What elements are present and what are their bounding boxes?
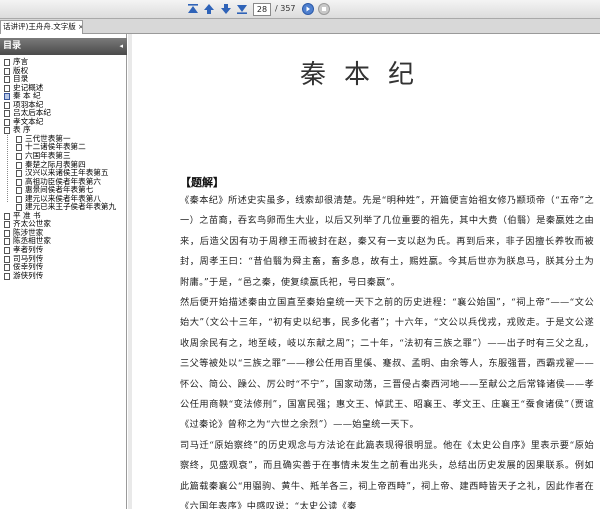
page-number-input[interactable] xyxy=(253,3,271,16)
toc-header: 目录 ◂ xyxy=(0,38,127,55)
first-page-icon[interactable] xyxy=(186,2,200,16)
tab-strip: 话讲评)王舟舟.文字版 × xyxy=(0,19,600,34)
document-icon xyxy=(4,67,10,75)
toc-item-label: 游侠列传 xyxy=(13,270,44,280)
document-icon xyxy=(16,144,22,152)
toc-title: 目录 xyxy=(3,41,22,51)
document-icon xyxy=(4,229,10,237)
document-icon xyxy=(4,101,10,109)
document-icon xyxy=(16,161,22,169)
last-page-icon[interactable] xyxy=(235,2,249,16)
document-icon xyxy=(4,247,10,255)
document-icon xyxy=(4,93,10,101)
chapter-body: 《秦本纪》所述史实虽多，线索却很清楚。先是“明种姓”，开篇便言始祖女修乃颛顼帝（… xyxy=(180,191,594,509)
paragraph: 然后便开始描述秦由立国直至秦始皇统一天下之前的历史进程：“襄公始国”，“祠上帝”… xyxy=(180,297,594,431)
toc-item[interactable]: 游侠列传 xyxy=(0,270,127,281)
document-tab-label: 话讲评)王舟舟.文字版 xyxy=(3,22,76,31)
document-icon xyxy=(4,264,10,272)
document-icon xyxy=(16,153,22,161)
document-icon xyxy=(4,212,10,220)
document-icon xyxy=(4,59,10,66)
document-icon xyxy=(4,221,10,229)
section-heading: 【题解】 xyxy=(180,176,224,189)
document-icon xyxy=(4,238,10,246)
document-page: 秦本纪 【题解】 《秦本纪》所述史实虽多，线索却很清楚。先是“明种姓”，开篇便言… xyxy=(132,34,600,509)
close-icon[interactable]: × xyxy=(78,21,82,33)
document-icon xyxy=(4,118,10,126)
stop-icon[interactable] xyxy=(317,2,331,16)
paragraph: 《秦本纪》所述史实虽多，线索却很清楚。先是“明种姓”，开篇便言始祖女修乃颛顼帝（… xyxy=(180,195,594,288)
document-tab[interactable]: 话讲评)王舟舟.文字版 × xyxy=(0,20,83,34)
chapter-title: 秦本纪 xyxy=(299,60,432,90)
toc-tree: 序言 版权 目录 史记概述秦 本 纪项羽本纪 吕太后本纪 孝文本纪表 序三代世表第一 十二诸… xyxy=(0,57,127,281)
document-icon xyxy=(16,170,22,178)
document-icon xyxy=(4,127,10,135)
next-page-icon[interactable] xyxy=(219,2,233,16)
toc-sidebar: 目录 ◂ 序言 版权 目录 史记概述秦 本 纪项羽本纪 吕太后本纪 孝文本纪表 序三代世表… xyxy=(0,34,127,509)
collapse-icon[interactable]: ◂ xyxy=(119,38,123,55)
document-icon xyxy=(16,187,22,195)
document-icon xyxy=(16,195,22,203)
document-icon xyxy=(4,84,10,92)
document-icon xyxy=(4,272,10,280)
document-icon xyxy=(16,135,22,143)
reader-toolbar: / 357 xyxy=(0,0,600,19)
document-icon xyxy=(16,178,22,186)
paragraph: 司马迁“原始察终”的历史观念与方法论在此篇表现得很明显。他在《太史公自序》里表示… xyxy=(180,439,594,509)
go-icon[interactable] xyxy=(301,2,315,16)
document-icon xyxy=(4,110,10,118)
page-total-label: / 357 xyxy=(275,4,296,13)
document-icon xyxy=(4,76,10,84)
prev-page-icon[interactable] xyxy=(202,2,216,16)
document-icon xyxy=(4,255,10,263)
document-viewport[interactable]: 秦本纪 【题解】 《秦本纪》所述史实虽多，线索却很清楚。先是“明种姓”，开篇便言… xyxy=(128,34,600,509)
